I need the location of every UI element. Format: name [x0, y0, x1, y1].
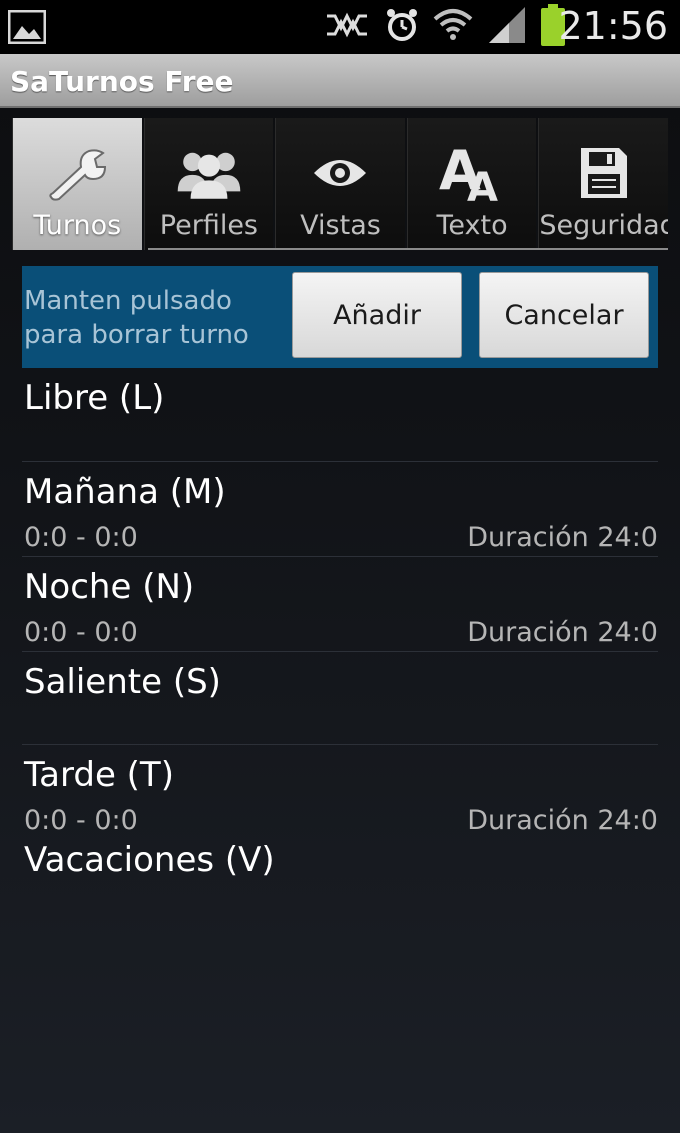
app-title: SaTurnos Free: [10, 65, 234, 98]
shift-duration: Duración 24:0: [467, 522, 658, 553]
tab-perfiles[interactable]: Perfiles: [143, 118, 274, 250]
tab-label: Texto: [436, 210, 508, 241]
shift-hours: 0:0 - 0:0: [24, 522, 138, 553]
shift-hours: 0:0 - 0:0: [24, 617, 138, 648]
tab-label: Seguridad: [539, 210, 668, 241]
list-item[interactable]: Libre (L): [22, 368, 658, 462]
shift-name: Vacaciones (V): [24, 840, 275, 880]
add-button[interactable]: Añadir: [292, 272, 462, 358]
shift-name: Noche (N): [24, 567, 195, 607]
signal-icon: [487, 5, 527, 49]
image-notification-icon: [7, 9, 47, 45]
list-item[interactable]: Tarde (T) 0:0 - 0:0 Duración 24:0: [22, 745, 658, 840]
list-item[interactable]: Saliente (S): [22, 652, 658, 745]
list-item[interactable]: Noche (N) 0:0 - 0:0 Duración 24:0: [22, 557, 658, 652]
shift-duration: Duración 24:0: [467, 617, 658, 648]
save-icon: [569, 138, 639, 208]
shift-name: Saliente (S): [24, 662, 221, 702]
tab-bar: Turnos Perfiles Vistas A A Texto Segurid…: [12, 118, 668, 250]
tab-vistas[interactable]: Vistas: [275, 118, 405, 250]
tab-label: Perfiles: [159, 210, 258, 241]
tab-turnos[interactable]: Turnos: [12, 118, 142, 250]
shift-list: Libre (L) Mañana (M) 0:0 - 0:0 Duración …: [22, 368, 658, 900]
tab-label: Turnos: [33, 210, 122, 241]
wrench-icon: [42, 138, 112, 208]
tab-indicator-line: [148, 248, 668, 250]
list-item[interactable]: Mañana (M) 0:0 - 0:0 Duración 24:0: [22, 462, 658, 557]
tab-label: Vistas: [300, 210, 381, 241]
cancel-button[interactable]: Cancelar: [479, 272, 649, 358]
clock: 21:56: [558, 4, 668, 48]
alarm-icon: [385, 7, 419, 47]
status-bar: 21:56: [0, 0, 680, 54]
svg-text:A: A: [467, 165, 498, 205]
list-item[interactable]: Vacaciones (V): [22, 840, 658, 900]
shift-name: Libre (L): [24, 378, 165, 418]
shift-name: Tarde (T): [24, 755, 174, 795]
status-icons: [323, 4, 565, 49]
shift-duration: Duración 24:0: [467, 805, 658, 836]
delete-hint: Manten pulsado para borrar turno: [24, 286, 249, 350]
action-bar: Manten pulsado para borrar turno Añadir …: [22, 266, 658, 368]
eye-icon: [305, 138, 375, 208]
shift-hours: 0:0 - 0:0: [24, 805, 138, 836]
text-icon: A A: [437, 138, 507, 208]
people-icon: [174, 138, 244, 208]
nfc-icon: [323, 8, 371, 46]
app-title-bar: SaTurnos Free: [0, 54, 680, 108]
shift-name: Mañana (M): [24, 472, 226, 512]
tab-seguridad[interactable]: Seguridad: [538, 118, 668, 250]
wifi-icon: [433, 7, 473, 47]
tab-texto[interactable]: A A Texto: [406, 118, 537, 250]
